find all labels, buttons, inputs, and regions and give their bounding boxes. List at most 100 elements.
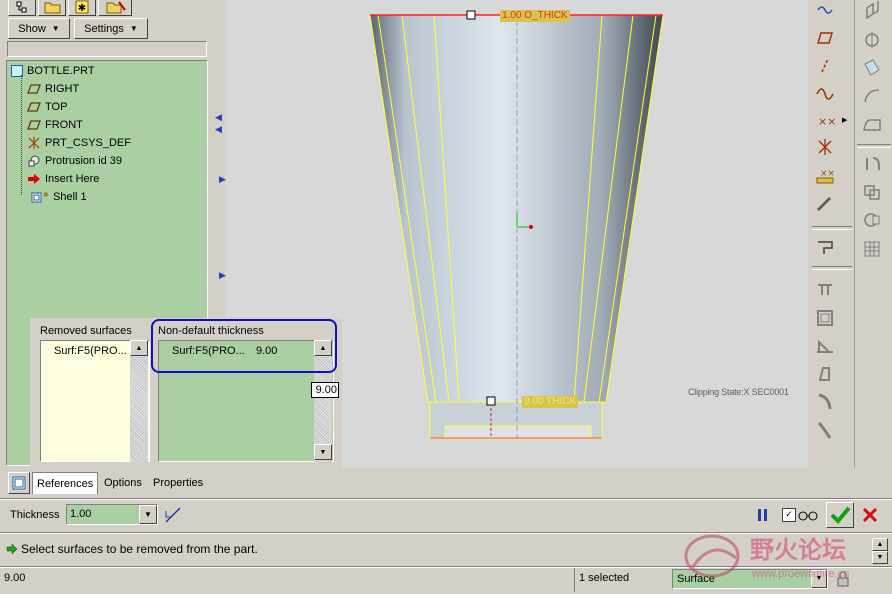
style-button[interactable]	[859, 152, 885, 176]
watermark-logo	[684, 534, 740, 578]
thickness-edit-field[interactable]: 9.00	[311, 382, 339, 398]
settings-menu-button[interactable]: Settings ▼	[74, 18, 148, 39]
model-tree-tab[interactable]	[8, 0, 36, 16]
tree-item-right[interactable]: RIGHT	[27, 80, 79, 98]
draft-button[interactable]	[812, 362, 838, 386]
sketch-icon	[817, 6, 833, 14]
message-area: Select surfaces to be removed from the p…	[6, 542, 258, 556]
folder-tab[interactable]	[38, 0, 66, 16]
tab-references[interactable]: References	[32, 472, 99, 494]
connections-tab[interactable]	[98, 0, 132, 16]
rib-icon	[817, 339, 833, 353]
merge-button[interactable]	[859, 180, 885, 204]
folder-icon	[44, 2, 61, 14]
pattern-icon	[864, 241, 880, 257]
tree-root-label: BOTTLE.PRT	[27, 65, 95, 77]
extrude-icon	[866, 1, 879, 20]
thickness-input[interactable]: 1.00 ▼	[66, 504, 158, 525]
favorites-tab[interactable]: ✱	[68, 0, 96, 16]
chamfer-button[interactable]	[812, 418, 838, 442]
tree-root[interactable]: BOTTLE.PRT	[11, 62, 95, 80]
verify-checkbox[interactable]: ✓	[782, 508, 796, 522]
draft-icon	[818, 367, 830, 381]
csys-icon	[28, 137, 40, 149]
boundary-blend-button[interactable]	[859, 112, 885, 136]
datum-plane-button[interactable]	[812, 26, 838, 50]
csys-icon	[818, 139, 832, 155]
variable-sweep-button[interactable]	[859, 56, 885, 80]
toolbar-separator	[812, 226, 852, 230]
tree-item-protrusion[interactable]: Protrusion id 39	[27, 152, 122, 170]
tab-label: Options	[104, 477, 142, 489]
tree-item-top[interactable]: TOP	[27, 98, 67, 116]
tab-options[interactable]: Options	[100, 472, 146, 494]
flip-direction-button[interactable]	[162, 505, 184, 525]
style-icon	[866, 157, 880, 170]
apply-button[interactable]	[826, 502, 854, 528]
removed-surface-item[interactable]: Surf:F5(PRO...	[54, 345, 127, 357]
feature-toolbar	[854, 0, 892, 468]
expand-right-icon[interactable]: ▶	[219, 174, 226, 185]
show-label: Show	[18, 22, 46, 35]
collapse-left-icon[interactable]: ◀	[215, 124, 222, 135]
selected-count: 1 selected	[579, 572, 630, 584]
pattern-button[interactable]	[859, 236, 885, 260]
tree-item-front[interactable]: FRONT	[27, 116, 83, 134]
shell-reference-panels: Removed surfaces Surf:F5(PRO... ▲ Surf:F…	[30, 318, 342, 468]
svg-text:×××: ×××	[818, 115, 838, 128]
preview-button[interactable]	[796, 506, 820, 524]
close-icon	[862, 507, 878, 523]
tab-properties[interactable]: Properties	[149, 472, 207, 494]
datum-csys-button[interactable]	[812, 136, 838, 160]
trim-icon	[864, 213, 880, 227]
toolbar-separator	[812, 266, 852, 270]
udf-button[interactable]	[812, 192, 838, 216]
cancel-button[interactable]	[858, 504, 882, 526]
collapse-left-icon[interactable]: ◀	[215, 112, 222, 123]
model-tree-icon	[16, 1, 27, 13]
shell-button[interactable]	[812, 306, 838, 330]
thickness-label: Thickness	[10, 509, 60, 521]
round-button[interactable]	[812, 390, 838, 414]
tree-item-insert-here[interactable]: Insert Here	[27, 170, 99, 188]
dashboard-divider	[0, 498, 892, 500]
tree-item-csys[interactable]: PRT_CSYS_DEF	[27, 134, 131, 152]
datum-point-button[interactable]: ×××	[812, 108, 838, 132]
revolve-button[interactable]	[859, 28, 885, 52]
tree-item-label: TOP	[45, 101, 68, 113]
tree-search-field[interactable]	[7, 41, 207, 57]
rib-button[interactable]	[812, 334, 838, 358]
flyout-arrow-icon[interactable]: ▶	[842, 116, 847, 124]
show-menu-button[interactable]: Show ▼	[8, 18, 70, 39]
scroll-up-button[interactable]: ▲	[130, 340, 148, 356]
trim-button[interactable]	[859, 208, 885, 232]
tree-item-label: Shell 1	[53, 191, 87, 203]
hole-button[interactable]	[812, 278, 838, 302]
tree-item-shell[interactable]: ✱ Shell 1	[27, 188, 87, 206]
tree-item-label: PRT_CSYS_DEF	[45, 137, 131, 149]
merge-icon	[864, 185, 880, 200]
sketch-placement-button[interactable]	[812, 236, 838, 260]
sketch-tool-button[interactable]	[812, 0, 838, 24]
blend-button[interactable]	[859, 84, 885, 108]
extrude-button[interactable]	[859, 0, 885, 24]
thickness-dropdown-button[interactable]: ▼	[139, 505, 157, 524]
pause-button[interactable]	[752, 504, 774, 526]
removed-scrollbar[interactable]: ▲	[130, 340, 148, 462]
status-value: 9.00	[4, 572, 26, 584]
chamfer-icon	[817, 422, 832, 439]
chevron-down-icon: ▼	[129, 24, 138, 33]
toolbar-separator	[857, 144, 891, 148]
datum-axis-button[interactable]	[812, 54, 838, 78]
bottom-thickness-label[interactable]: 9.00 THICK	[522, 396, 579, 408]
top-thickness-label[interactable]: 1.00 O_THICK	[500, 10, 570, 22]
watermark-title: 野火论坛	[750, 536, 846, 564]
expand-right-icon[interactable]: ▶	[219, 270, 226, 281]
datum-curve-button[interactable]	[812, 80, 838, 104]
tree-item-label: Insert Here	[45, 173, 100, 185]
scroll-down-button[interactable]: ▼	[314, 444, 332, 460]
protrusion-icon	[28, 155, 40, 167]
analysis-feature-button[interactable]: ××	[812, 164, 838, 188]
dashboard-toggle-button[interactable]	[8, 472, 30, 494]
tree-item-label: Protrusion id 39	[45, 155, 123, 167]
